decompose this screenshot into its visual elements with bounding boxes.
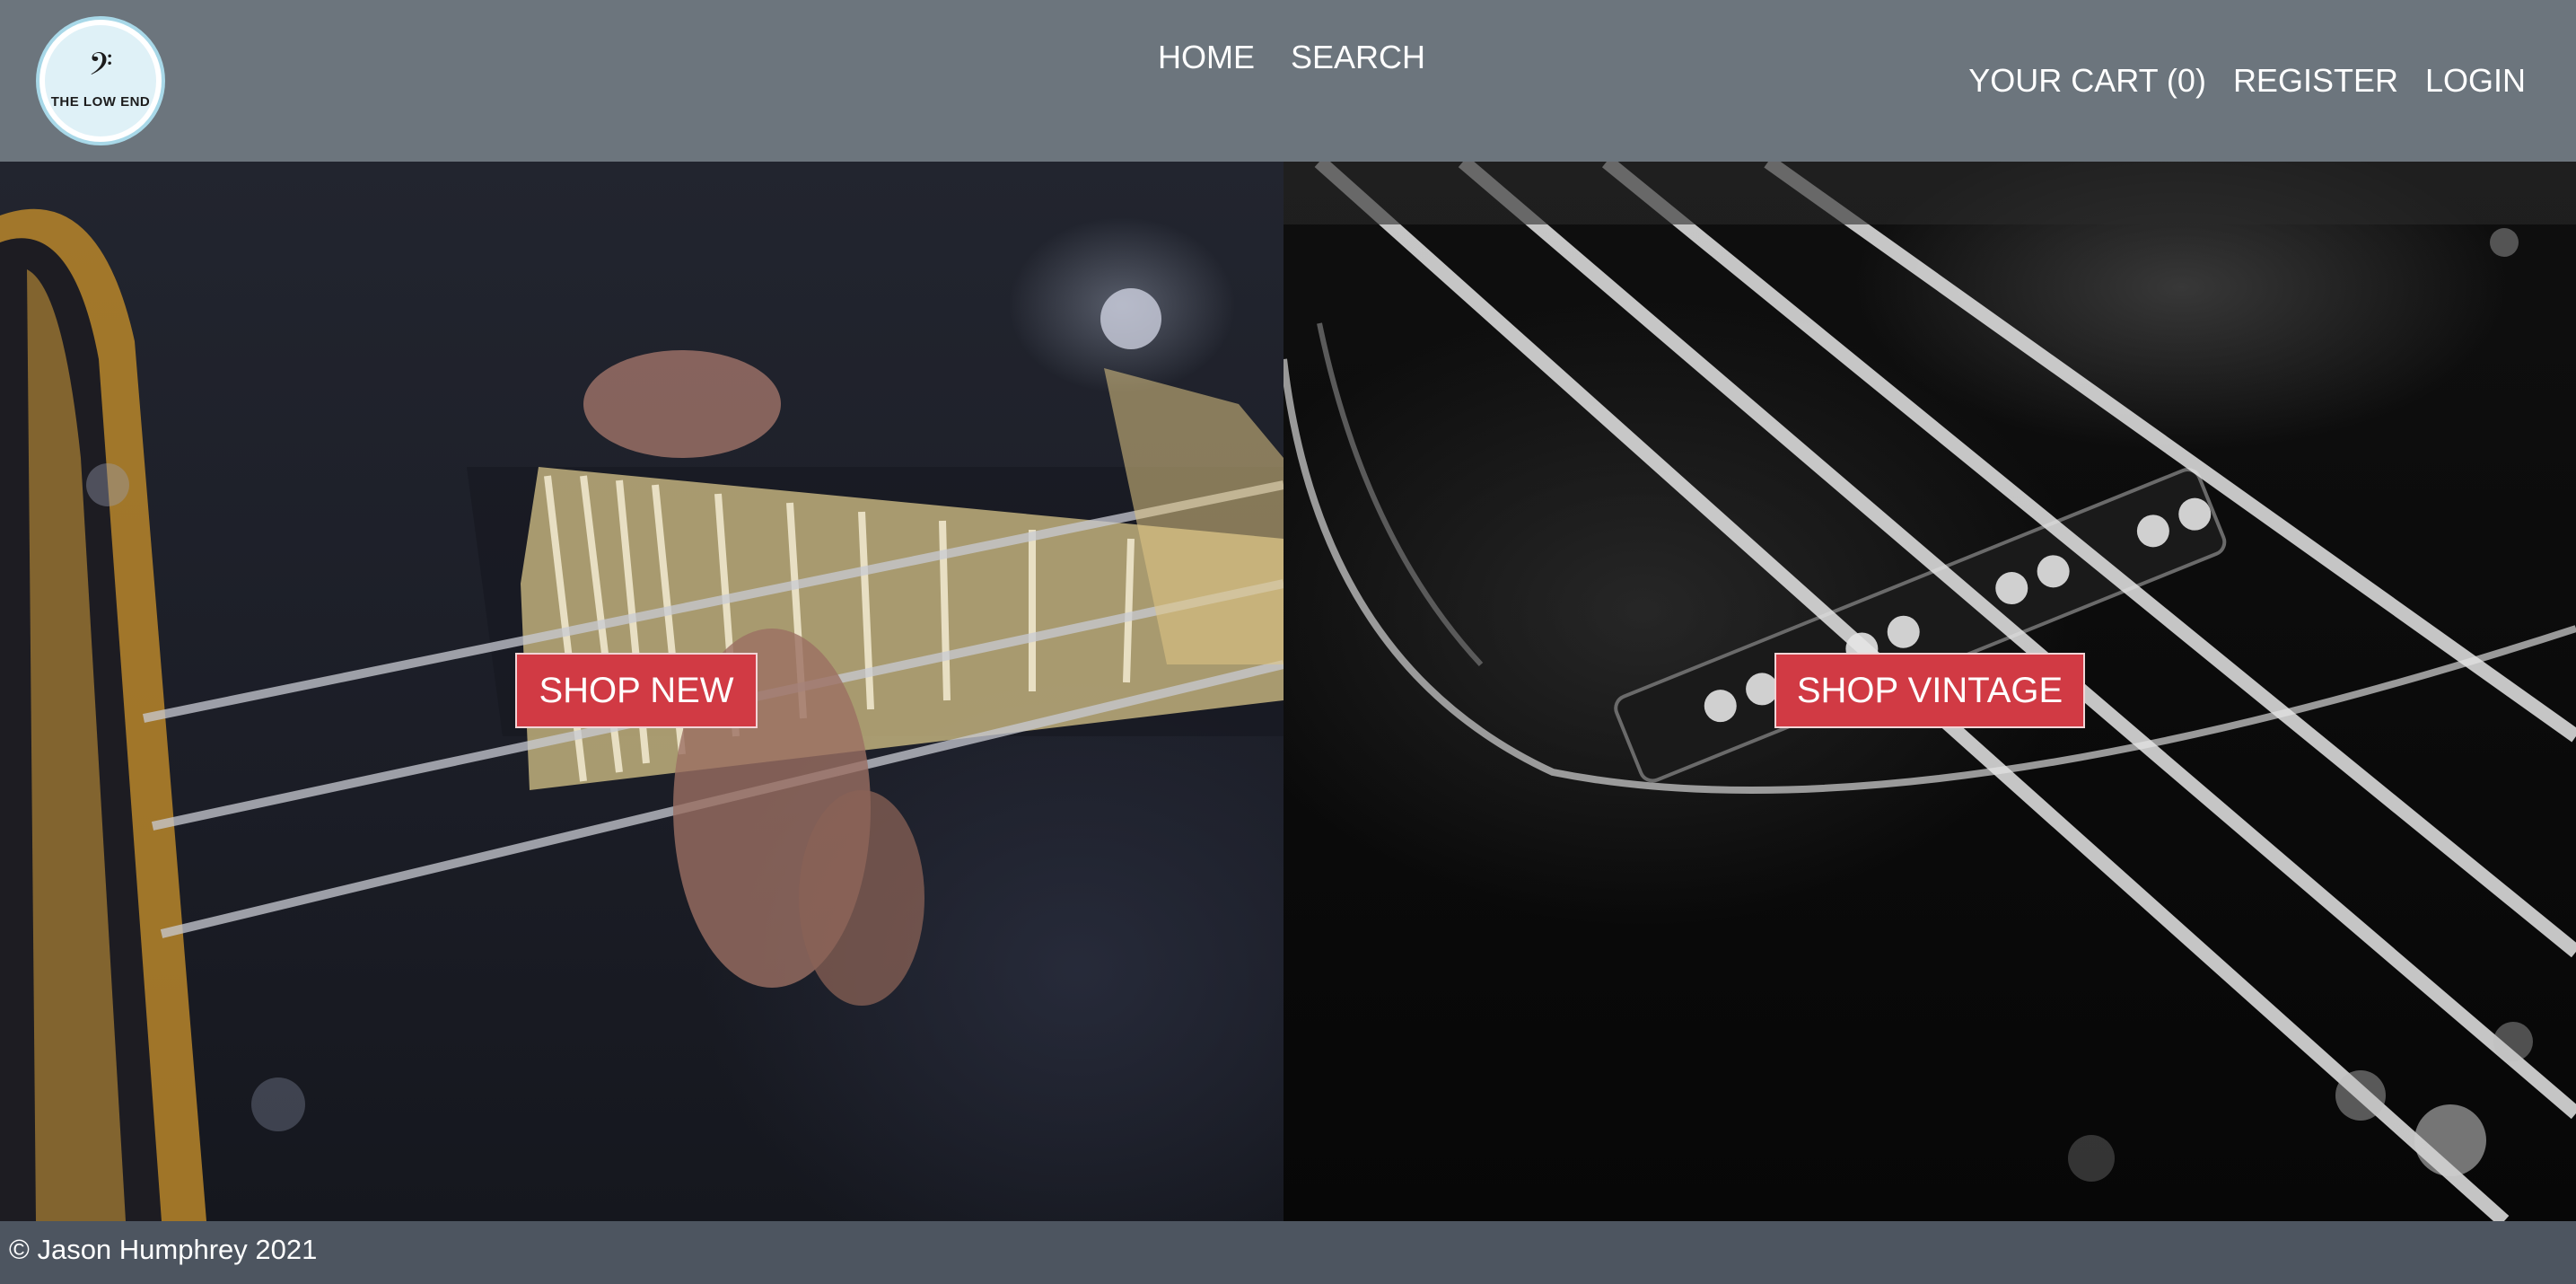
site-footer: © Jason Humphrey 2021 bbox=[0, 1221, 2576, 1284]
shop-vintage-button[interactable]: SHOP VINTAGE bbox=[1774, 653, 2085, 728]
main-nav: HOME SEARCH bbox=[1158, 36, 1425, 79]
shop-vintage-panel[interactable]: SHOP VINTAGE bbox=[1284, 162, 2576, 1221]
shop-new-button[interactable]: SHOP NEW bbox=[515, 653, 758, 728]
nav-search-link[interactable]: SEARCH bbox=[1291, 36, 1425, 79]
copyright-text: © Jason Humphrey 2021 bbox=[9, 1234, 318, 1265]
shop-new-panel[interactable]: SHOP NEW bbox=[0, 162, 1284, 1221]
account-nav: YOUR CART (0) REGISTER LOGIN bbox=[1968, 59, 2526, 102]
nav-cart-link[interactable]: YOUR CART (0) bbox=[1968, 59, 2206, 102]
logo-text: THE LOW END bbox=[50, 93, 151, 110]
logo[interactable]: 𝄢 THE LOW END bbox=[36, 16, 165, 145]
nav-home-link[interactable]: HOME bbox=[1158, 36, 1255, 79]
nav-register-link[interactable]: REGISTER bbox=[2233, 59, 2398, 102]
logo-badge: 𝄢 THE LOW END bbox=[45, 25, 156, 136]
site-header: 𝄢 THE LOW END HOME SEARCH YOUR CART (0) … bbox=[0, 0, 2576, 162]
nav-login-link[interactable]: LOGIN bbox=[2425, 59, 2526, 102]
bass-clef-icon: 𝄢 bbox=[88, 45, 113, 90]
